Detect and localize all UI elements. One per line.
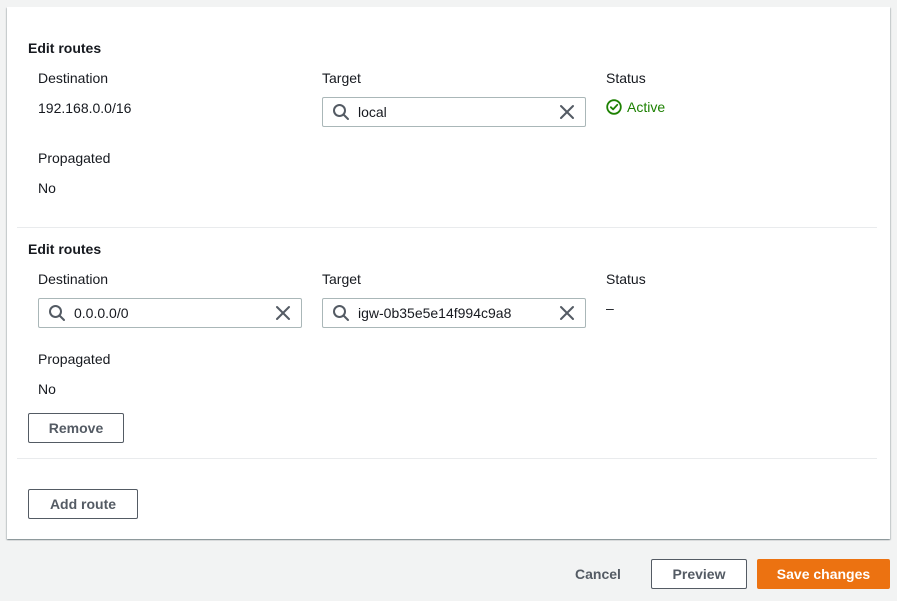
search-icon xyxy=(333,104,349,120)
route-table-panel: Edit routes Destination Target Status 19… xyxy=(7,7,890,539)
remove-route-button[interactable]: Remove xyxy=(28,413,124,443)
route-2-destination-value[interactable]: 0.0.0.0/0 xyxy=(74,305,274,321)
route-1-propagated-value: No xyxy=(38,180,56,196)
section-divider xyxy=(17,227,877,228)
route-1-target-field[interactable]: local xyxy=(322,97,586,127)
close-icon[interactable] xyxy=(558,103,576,121)
route-2-propagated-value: No xyxy=(38,381,56,397)
route-1-status-label: Status xyxy=(606,70,646,86)
search-icon xyxy=(49,305,65,321)
route-1-status: Active xyxy=(606,99,665,115)
route-1-target-label: Target xyxy=(322,70,361,86)
check-circle-icon xyxy=(606,99,622,115)
route-2-status-label: Status xyxy=(606,271,646,287)
search-icon xyxy=(333,305,349,321)
close-icon[interactable] xyxy=(274,304,292,322)
route-2-section-title: Edit routes xyxy=(28,241,102,257)
route-2-target-field[interactable]: igw-0b35e5e14f994c9a8 xyxy=(322,298,586,328)
route-2-status-value: – xyxy=(606,300,614,316)
route-1-destination-value: 192.168.0.0/16 xyxy=(38,100,132,116)
route-1-section-title: Edit routes xyxy=(28,40,102,56)
section-divider xyxy=(17,458,877,459)
route-2-propagated-label: Propagated xyxy=(38,351,111,367)
close-icon[interactable] xyxy=(558,304,576,322)
route-2-destination-label: Destination xyxy=(38,271,109,287)
add-route-button[interactable]: Add route xyxy=(28,489,138,519)
route-2-target-value[interactable]: igw-0b35e5e14f994c9a8 xyxy=(358,305,558,321)
route-1-destination-label: Destination xyxy=(38,70,109,86)
route-2-target-label: Target xyxy=(322,271,361,287)
preview-button[interactable]: Preview xyxy=(651,559,747,589)
route-1-status-value: Active xyxy=(627,99,666,115)
route-2-destination-field[interactable]: 0.0.0.0/0 xyxy=(38,298,302,328)
save-changes-button[interactable]: Save changes xyxy=(757,559,890,589)
route-1-propagated-label: Propagated xyxy=(38,150,111,166)
cancel-button[interactable]: Cancel xyxy=(566,559,630,589)
route-1-target-value[interactable]: local xyxy=(358,104,558,120)
